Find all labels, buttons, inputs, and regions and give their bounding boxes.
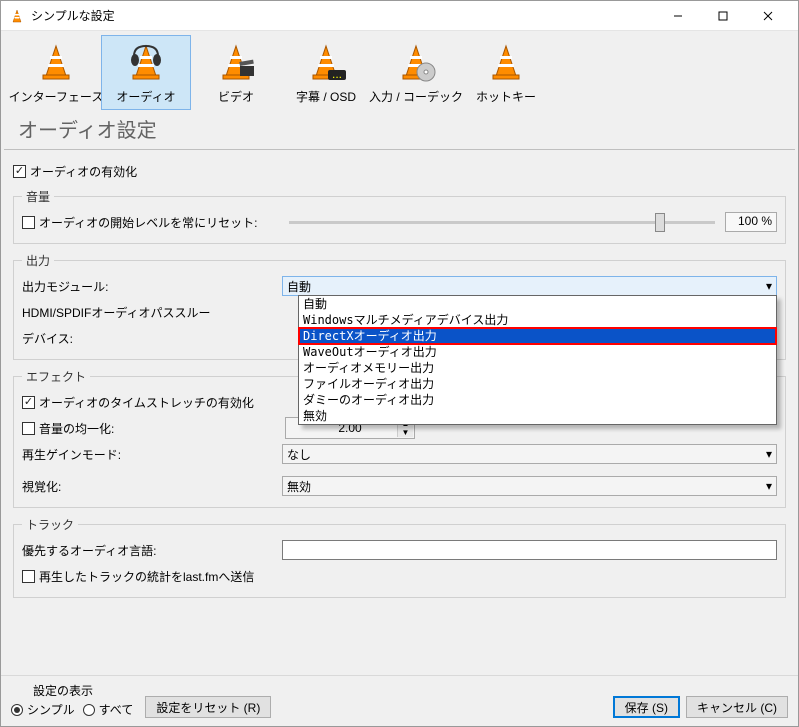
lastfm-label: 再生したトラックの統計をlast.fmへ送信 [39, 568, 254, 585]
close-button[interactable] [745, 1, 790, 30]
timestretch-label: オーディオのタイムストレッチの有効化 [39, 394, 254, 411]
output-module-dropdown[interactable]: 自動 Windowsマルチメディアデバイス出力 DirectXオーディオ出力 W… [298, 295, 777, 425]
chevron-down-icon: ▾ [766, 479, 772, 493]
visualization-label: 視覚化: [22, 478, 282, 495]
pref-lang-label: 優先するオーディオ言語: [22, 542, 282, 559]
hdmi-spdif-label: HDMI/SPDIFオーディオパススルー [22, 304, 282, 321]
dropdown-item-1[interactable]: Windowsマルチメディアデバイス出力 [299, 312, 776, 328]
pref-lang-input[interactable] [282, 540, 777, 560]
norm-label: 音量の均一化: [39, 420, 285, 437]
volume-legend: 音量 [22, 188, 54, 205]
gain-mode-label: 再生ゲインモード: [22, 446, 282, 463]
dropdown-item-2[interactable]: DirectXオーディオ出力 [299, 328, 776, 344]
page-heading: オーディオ設定 [4, 110, 795, 150]
dropdown-item-3[interactable]: WaveOutオーディオ出力 [299, 344, 776, 360]
tab-interface[interactable]: インターフェース [11, 35, 101, 110]
dropdown-item-5[interactable]: ファイルオーディオ出力 [299, 376, 776, 392]
chevron-down-icon: ▾ [766, 279, 772, 293]
device-label: デバイス: [22, 330, 282, 347]
lastfm-checkbox[interactable] [22, 570, 35, 583]
clapper-cone-icon [215, 40, 257, 82]
show-settings-label: 設定の表示 [33, 682, 133, 699]
tracks-group: トラック 優先するオーディオ言語: 再生したトラックの統計をlast.fmへ送信 [13, 516, 786, 598]
window-title: シンプルな設定 [31, 7, 655, 24]
gain-mode-combo[interactable]: なし ▾ [282, 444, 777, 464]
reset-level-checkbox[interactable] [22, 216, 35, 229]
enable-audio-checkbox[interactable] [13, 165, 26, 178]
output-module-combo[interactable]: 自動 ▾ [282, 276, 777, 296]
vlc-app-icon [9, 8, 25, 24]
tab-hotkeys[interactable]: ホットキー [461, 35, 551, 110]
dropdown-item-6[interactable]: ダミーのオーディオ出力 [299, 392, 776, 408]
output-legend: 出力 [22, 252, 54, 269]
dropdown-item-4[interactable]: オーディオメモリー出力 [299, 360, 776, 376]
output-group: 出力 出力モジュール: 自動 ▾ HDMI/SPDIFオーディオパススルー デバ… [13, 252, 786, 360]
maximize-button[interactable] [700, 1, 745, 30]
chevron-down-icon: ▾ [766, 447, 772, 461]
volume-group: 音量 オーディオの開始レベルを常にリセット: 100 % [13, 188, 786, 244]
minimize-button[interactable] [655, 1, 700, 30]
headphones-cone-icon [125, 40, 167, 82]
disc-cone-icon [395, 40, 437, 82]
radio-simple[interactable] [11, 704, 23, 716]
tracks-legend: トラック [22, 516, 78, 533]
svg-text:...: ... [332, 67, 342, 81]
tab-subtitles[interactable]: ... 字幕 / OSD [281, 35, 371, 110]
volume-slider[interactable] [289, 221, 715, 224]
volume-percent: 100 % [725, 212, 777, 232]
visualization-combo[interactable]: 無効 ▾ [282, 476, 777, 496]
radio-simple-label: シンプル [27, 701, 75, 718]
reset-level-label: オーディオの開始レベルを常にリセット: [39, 214, 279, 231]
cone-icon [35, 40, 77, 82]
radio-all[interactable] [83, 704, 95, 716]
reset-settings-button[interactable]: 設定をリセット (R) [145, 696, 271, 718]
keyboard-cone-icon [485, 40, 527, 82]
tab-audio[interactable]: オーディオ [101, 35, 191, 110]
titlebar: シンプルな設定 [1, 1, 798, 31]
content-area: オーディオの有効化 音量 オーディオの開始レベルを常にリセット: 100 % 出… [1, 150, 798, 675]
tab-input-codecs[interactable]: 入力 / コーデック [371, 35, 461, 110]
output-module-label: 出力モジュール: [22, 278, 282, 295]
save-button[interactable]: 保存 (S) [613, 696, 680, 718]
dropdown-item-0[interactable]: 自動 [299, 296, 776, 312]
spin-down-icon[interactable]: ▼ [397, 428, 413, 437]
radio-all-label: すべて [99, 701, 134, 718]
cancel-button[interactable]: キャンセル (C) [686, 696, 788, 718]
footer: 設定の表示 シンプル すべて 設定をリセット (R) 保存 (S) キャンセル … [1, 675, 798, 726]
timestretch-checkbox[interactable] [22, 396, 35, 409]
category-toolbar: インターフェース オーディオ ビデオ ... 字幕 / OSD 入力 / コーデ… [1, 31, 798, 110]
effects-legend: エフェクト [22, 368, 90, 385]
subtitle-cone-icon: ... [305, 40, 347, 82]
dropdown-item-7[interactable]: 無効 [299, 408, 776, 424]
enable-audio-label: オーディオの有効化 [30, 163, 137, 180]
tab-video[interactable]: ビデオ [191, 35, 281, 110]
norm-checkbox[interactable] [22, 422, 35, 435]
